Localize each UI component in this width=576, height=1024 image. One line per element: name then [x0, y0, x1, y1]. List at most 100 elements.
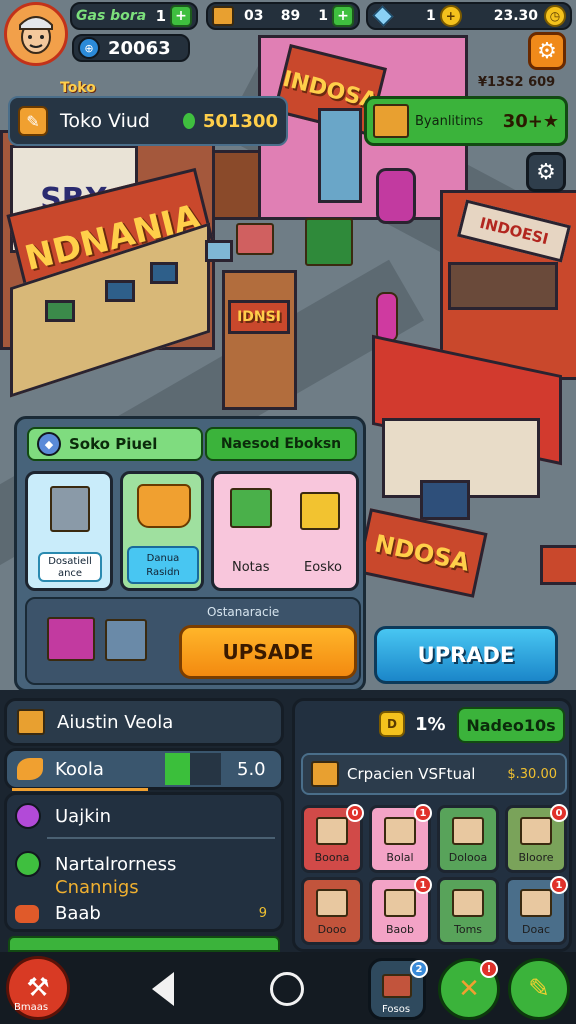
item-box-icon [384, 889, 416, 917]
gem-icon [372, 5, 394, 27]
box-icon [311, 761, 339, 787]
cash-icon [182, 113, 195, 129]
clock-icon[interactable]: ◷ [544, 5, 567, 27]
item-badge: 0 [550, 804, 568, 822]
settings-gear-icon[interactable]: ⚙ [528, 32, 566, 70]
nav-label: Bmaas [14, 1002, 49, 1013]
gems-count: 1 [425, 8, 436, 24]
mall-door [318, 108, 362, 203]
stats-row-koola[interactable]: Koola 5.0 [4, 748, 284, 790]
coin-icon: D [379, 711, 405, 737]
inventory-item[interactable]: Bolal 1 [369, 804, 432, 873]
section-label: Ostanaracie [207, 605, 280, 619]
inventory-header: D 1% [379, 711, 446, 737]
store-name: Toko Viud [60, 110, 150, 132]
item-label: Bolal [386, 851, 414, 864]
card-label: Danua Rasidn [127, 546, 199, 584]
goal-label: Byanlitims [415, 113, 484, 129]
clock-time: 23.30 [493, 8, 539, 24]
item-label: Baob [386, 923, 414, 936]
tab-label: Naesod Eboksn [220, 436, 342, 452]
upgrade-label: UPSADE [222, 640, 314, 664]
balance-value: 20063 [108, 37, 171, 59]
row-label: Baab [55, 903, 101, 924]
item-box-icon [520, 817, 552, 845]
row-label: Nartalrorness [55, 853, 177, 875]
item-card[interactable]: Notas Eosko [211, 471, 359, 591]
item-badge: 1 [414, 876, 432, 894]
tag-icon [15, 904, 39, 923]
goal-value: 30+★ [502, 110, 559, 132]
item-label: Doac [522, 923, 550, 936]
store-label-top: Toko [60, 80, 96, 96]
pencil-icon: ✎ [528, 974, 550, 1004]
crate[interactable] [305, 218, 353, 266]
coin-bag-icon [17, 758, 43, 780]
building-edge [540, 545, 576, 585]
coin-box-icon [300, 492, 340, 530]
item-badge: 1 [414, 804, 432, 822]
player-avatar[interactable] [4, 2, 68, 66]
stall-sign: NDOSA [356, 508, 488, 598]
row-value: 9 [258, 906, 267, 921]
tab-shop-right[interactable]: Naesod Eboksn [205, 427, 357, 461]
crate-icon [212, 6, 234, 26]
player-level: 1 [155, 7, 166, 25]
inventory-tab[interactable]: Nadeo10s [457, 707, 565, 743]
hydrant [376, 292, 398, 342]
stats-row[interactable]: Nartalrorness [15, 851, 176, 877]
inventory-item[interactable]: Bloore 0 [505, 804, 568, 873]
edit-pencil-button[interactable]: ✎ [508, 958, 570, 1020]
hammer-icon: ⚒ [26, 973, 50, 1003]
vending-machine[interactable] [376, 168, 416, 224]
item-box-icon [452, 817, 484, 845]
inventory-item[interactable]: Dooo [301, 877, 363, 945]
gift-box-icon [230, 488, 272, 528]
crates-bar: 03 89 1 + [206, 2, 360, 30]
player-name: Gas bora [76, 8, 147, 24]
store-name-bar[interactable]: ✎ Toko Viud 501300 [8, 96, 288, 146]
item-card[interactable]: Dosatiell ance [25, 471, 113, 591]
inventory-item[interactable]: Baob 1 [369, 876, 432, 945]
box-icon [17, 709, 45, 735]
balance-bar: ⊕ 20063 [72, 34, 190, 62]
kiosk-shelf [448, 262, 558, 310]
player-info-bar: Gas bora 1 + [70, 2, 198, 30]
inventory-item[interactable]: Toms [437, 877, 499, 945]
inventory-item[interactable]: Doac 1 [505, 876, 568, 945]
subtitle: Crpacien VSFtual [347, 765, 476, 783]
home-icon[interactable] [270, 972, 304, 1006]
tab-label: Soko Piuel [69, 435, 158, 453]
add-gems-button[interactable]: + [439, 5, 462, 27]
upgrade-label: UPRADE [417, 643, 515, 667]
upgrade-orange-button[interactable]: UPSADE [179, 625, 357, 679]
gem-badge-icon: ◆ [37, 432, 61, 456]
basket-icon [137, 484, 191, 528]
inventory-item[interactable]: Boona 0 [301, 804, 364, 873]
inventory-subheader[interactable]: Crpacien VSFtual $.30.00 [301, 753, 567, 795]
item-box-icon [316, 817, 348, 845]
gear-icon[interactable]: ⚙ [526, 152, 566, 192]
store-sign-small: IDNSI [228, 300, 290, 334]
stats-row[interactable]: Baab 9 [15, 903, 277, 924]
goal-bar[interactable]: Byanlitims 30+★ [364, 96, 568, 146]
stats-list: Uajkin Nartalrorness Cnannigs Baab 9 [4, 792, 284, 932]
crate-icon [382, 974, 412, 998]
tab-shop-left[interactable]: ◆ Soko Piuel [27, 427, 203, 461]
back-icon[interactable] [152, 972, 174, 1006]
item-card[interactable]: Danua Rasidn [120, 471, 204, 591]
item-box-icon [316, 889, 348, 917]
gems-bar: 1 + 23.30 ◷ [366, 2, 572, 30]
card-label: Eosko [304, 560, 342, 575]
computer [150, 262, 178, 284]
crates-count: 03 [244, 8, 264, 24]
add-level-button[interactable]: + [170, 5, 192, 27]
boxes-count: 89 [280, 8, 301, 24]
row-label: Koola [55, 758, 104, 780]
inventory-item[interactable]: Dolooa [437, 805, 499, 873]
crate[interactable] [236, 223, 274, 255]
add-crates-button[interactable]: + [332, 5, 354, 27]
stats-row[interactable]: Uajkin [15, 803, 111, 829]
upgrade-blue-button[interactable]: UPRADE [374, 626, 558, 684]
gear-green-icon [15, 851, 41, 877]
